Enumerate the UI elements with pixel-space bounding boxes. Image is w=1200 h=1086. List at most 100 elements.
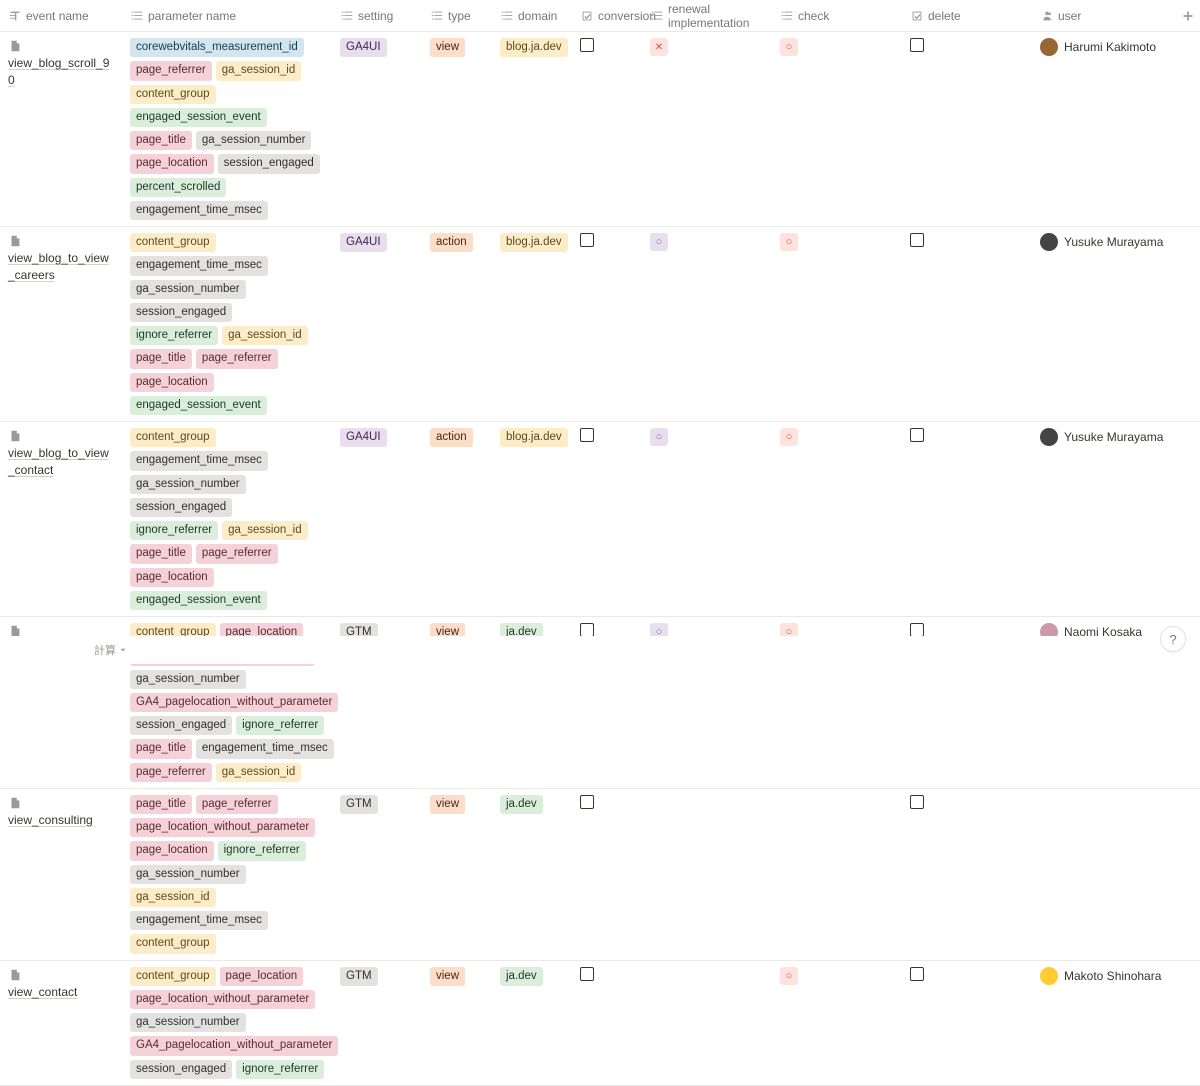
cell-event-name[interactable]: view_blog_to_view_careers xyxy=(0,227,122,290)
param-tag: ga_session_id xyxy=(216,763,302,782)
conversion-checkbox[interactable] xyxy=(580,428,594,442)
event-name-link[interactable]: view_contact xyxy=(8,984,114,1001)
table-row[interactable]: view_blog_scroll_90corewebvitals_measure… xyxy=(0,32,1200,227)
header-conversion[interactable]: conversion xyxy=(572,9,642,23)
cell-user[interactable]: Yusuke Murayama xyxy=(1032,227,1200,259)
cell-delete[interactable] xyxy=(902,32,1032,64)
cell-parameter[interactable]: content_groupengagement_time_msecga_sess… xyxy=(122,422,332,616)
header-delete[interactable]: delete xyxy=(902,9,1032,23)
cell-renewal[interactable]: ○ xyxy=(642,422,772,454)
delete-checkbox[interactable] xyxy=(910,233,924,247)
cell-type[interactable]: view xyxy=(422,32,492,64)
cell-parameter[interactable]: page_titlepage_referrerpage_location_wit… xyxy=(122,789,332,960)
cell-conversion[interactable] xyxy=(572,789,642,821)
cell-setting[interactable]: GA4UI xyxy=(332,32,422,64)
cell-conversion[interactable] xyxy=(572,32,642,64)
cell-domain[interactable]: blog.ja.dev xyxy=(492,32,572,64)
header-setting[interactable]: setting xyxy=(332,9,422,23)
header-parameter-name[interactable]: parameter name xyxy=(122,9,332,23)
event-name-link[interactable]: view_blog_scroll_90 xyxy=(8,55,114,89)
conversion-checkbox[interactable] xyxy=(580,233,594,247)
header-type[interactable]: type xyxy=(422,9,492,23)
cell-conversion[interactable] xyxy=(572,227,642,259)
conversion-checkbox[interactable] xyxy=(580,795,594,809)
cell-parameter[interactable]: corewebvitals_measurement_idpage_referre… xyxy=(122,32,332,226)
cell-domain[interactable]: ja.dev xyxy=(492,789,572,821)
conversion-checkbox[interactable] xyxy=(580,38,594,52)
cell-delete[interactable] xyxy=(902,227,1032,259)
header-user[interactable]: user xyxy=(1032,9,1172,23)
cell-conversion[interactable] xyxy=(572,422,642,454)
cell-event-name[interactable]: view_blog_scroll_90 xyxy=(0,32,122,95)
cell-check[interactable]: ○ xyxy=(772,32,902,64)
cell-user[interactable] xyxy=(1032,789,1200,821)
table-row[interactable]: view_blog_to_view_careerscontent_groupen… xyxy=(0,227,1200,422)
calculate-button[interactable]: 計算 xyxy=(94,642,128,658)
cell-type[interactable]: view xyxy=(422,789,492,821)
cell-user[interactable]: Harumi Kakimoto xyxy=(1032,32,1200,64)
param-tag: content_group xyxy=(130,967,216,986)
cell-parameter[interactable]: content_grouppage_locationpage_location_… xyxy=(122,961,332,1085)
event-name-link[interactable]: view_blog_to_view_careers xyxy=(8,250,114,284)
cell-conversion[interactable] xyxy=(572,961,642,993)
cell-check[interactable]: ○ xyxy=(772,961,902,993)
conversion-checkbox[interactable] xyxy=(580,623,594,637)
header-check[interactable]: check xyxy=(772,9,902,23)
check-status: ○ xyxy=(780,38,798,56)
cell-type[interactable]: action xyxy=(422,422,492,454)
event-name-link[interactable]: view_blog_to_view_contact xyxy=(8,445,114,479)
cell-event-name[interactable]: view_blog_to_view_contact xyxy=(0,422,122,485)
header-event-name[interactable]: event name xyxy=(0,9,122,23)
table-row[interactable]: view_blog_to_view_contactcontent_groupen… xyxy=(0,422,1200,617)
cell-event-name[interactable]: view_contact xyxy=(0,961,122,1007)
cell-type[interactable]: action xyxy=(422,227,492,259)
delete-checkbox[interactable] xyxy=(910,428,924,442)
delete-checkbox[interactable] xyxy=(910,623,924,637)
help-button[interactable]: ? xyxy=(1160,626,1186,652)
param-tag: ignore_referrer xyxy=(236,716,324,735)
cell-renewal[interactable] xyxy=(642,961,772,993)
renewal-status: ○ xyxy=(650,233,668,251)
cell-check[interactable]: ○ xyxy=(772,422,902,454)
table-row[interactable]: view_consulting page_titlepage_referrerpa… xyxy=(0,789,1200,961)
cell-setting[interactable]: GTM xyxy=(332,789,422,821)
cell-event-name[interactable]: view_consulting xyxy=(0,789,122,835)
cell-domain[interactable]: ja.dev xyxy=(492,961,572,993)
cell-check[interactable] xyxy=(772,789,902,821)
setting-tag: GTM xyxy=(340,795,378,814)
cell-setting[interactable]: GA4UI xyxy=(332,422,422,454)
delete-checkbox[interactable] xyxy=(910,967,924,981)
cell-type[interactable]: view xyxy=(422,961,492,993)
cell-renewal[interactable]: ○ xyxy=(642,227,772,259)
cell-parameter[interactable]: content_groupengagement_time_msecga_sess… xyxy=(122,227,332,421)
cell-renewal[interactable]: ✕ xyxy=(642,32,772,64)
cell-setting[interactable]: GTM xyxy=(332,961,422,993)
table-row[interactable]: view_contact content_grouppage_locationpa… xyxy=(0,961,1200,1086)
conversion-checkbox[interactable] xyxy=(580,967,594,981)
cell-delete[interactable] xyxy=(902,789,1032,821)
help-label: ? xyxy=(1169,632,1176,647)
delete-checkbox[interactable] xyxy=(910,38,924,52)
param-tag: GA4_pagelocation_without_parameter xyxy=(130,1036,338,1055)
cell-delete[interactable] xyxy=(902,961,1032,993)
delete-checkbox[interactable] xyxy=(910,795,924,809)
param-tag: session_engaged xyxy=(130,1060,232,1079)
cell-renewal[interactable] xyxy=(642,789,772,821)
header-domain[interactable]: domain xyxy=(492,9,572,23)
cell-check[interactable]: ○ xyxy=(772,227,902,259)
cell-delete[interactable] xyxy=(902,422,1032,454)
param-tag: engagement_time_msec xyxy=(130,256,268,275)
page-icon xyxy=(8,39,22,53)
cell-domain[interactable]: blog.ja.dev xyxy=(492,422,572,454)
header-label: setting xyxy=(358,9,393,23)
event-name-link[interactable]: view_consulting xyxy=(8,812,114,829)
user-name: Makoto Shinohara xyxy=(1064,969,1161,983)
cell-setting[interactable]: GA4UI xyxy=(332,227,422,259)
cell-user[interactable]: Yusuke Murayama xyxy=(1032,422,1200,454)
param-tag: page_location_without_parameter xyxy=(130,990,315,1009)
header-renewal[interactable]: renewal implementation xyxy=(642,2,772,30)
param-tag: ga_session_id xyxy=(222,326,308,345)
cell-user[interactable]: Makoto Shinohara xyxy=(1032,961,1200,993)
add-column-button[interactable] xyxy=(1172,9,1200,23)
cell-domain[interactable]: blog.ja.dev xyxy=(492,227,572,259)
